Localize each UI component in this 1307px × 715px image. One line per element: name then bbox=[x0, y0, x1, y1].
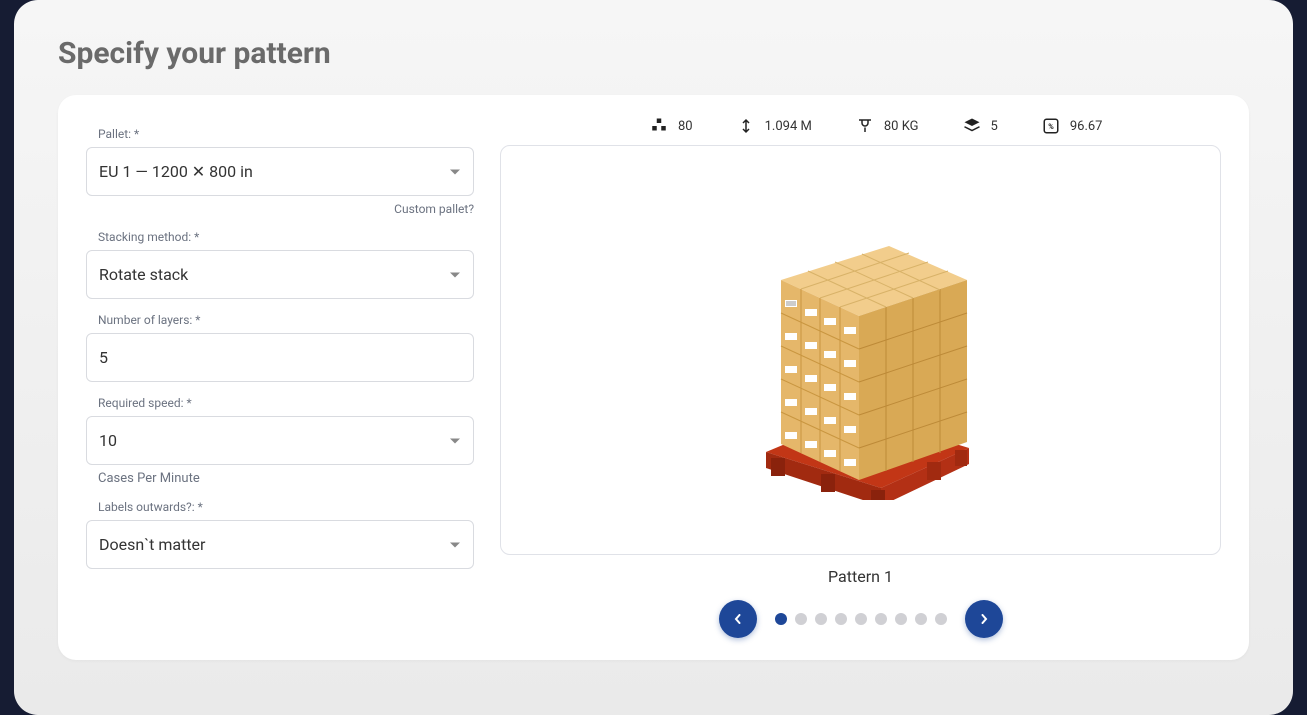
field-labels-outwards: Labels outwards?: * Doesn`t matter bbox=[86, 500, 474, 569]
stats-bar: 80 1.094 M 80 KG 5 % 96.67 bbox=[500, 117, 1221, 145]
weight-icon bbox=[856, 117, 874, 135]
layers-icon bbox=[963, 117, 981, 135]
paginator-dot[interactable] bbox=[775, 613, 787, 625]
next-button[interactable] bbox=[965, 600, 1003, 638]
boxes-icon bbox=[650, 117, 668, 135]
speed-label: Required speed: * bbox=[86, 396, 474, 410]
stat-efficiency: % 96.67 bbox=[1042, 117, 1103, 135]
paginator bbox=[500, 600, 1221, 638]
stat-efficiency-value: 96.67 bbox=[1070, 119, 1103, 134]
pallet-label: Pallet: * bbox=[86, 127, 474, 141]
stat-layers: 5 bbox=[963, 117, 998, 135]
labels-outwards-select[interactable]: Doesn`t matter bbox=[86, 520, 474, 569]
stat-weight: 80 KG bbox=[856, 117, 919, 135]
stat-weight-value: 80 KG bbox=[884, 119, 919, 134]
form-column: Pallet: * EU 1 — 1200 ✕ 800 in Custom pa… bbox=[86, 117, 474, 638]
paginator-dot[interactable] bbox=[875, 613, 887, 625]
page-title: Specify your pattern bbox=[58, 36, 1249, 71]
field-layers: Number of layers: * bbox=[86, 313, 474, 382]
field-speed: Required speed: * 10 Cases Per Minute bbox=[86, 396, 474, 486]
height-icon bbox=[737, 117, 755, 135]
labels-outwards-label: Labels outwards?: * bbox=[86, 500, 474, 514]
stacking-label: Stacking method: * bbox=[86, 230, 474, 244]
prev-button[interactable] bbox=[719, 600, 757, 638]
pattern-label: Pattern 1 bbox=[500, 567, 1221, 586]
speed-select[interactable]: 10 bbox=[86, 416, 474, 465]
stat-height-value: 1.094 M bbox=[765, 119, 812, 134]
layers-label: Number of layers: * bbox=[86, 313, 474, 327]
paginator-dot[interactable] bbox=[935, 613, 947, 625]
chevron-left-icon bbox=[733, 614, 743, 624]
field-stacking: Stacking method: * Rotate stack bbox=[86, 230, 474, 299]
pallet-illustration bbox=[731, 200, 991, 500]
layers-input[interactable] bbox=[86, 333, 474, 382]
pattern-card: Pallet: * EU 1 — 1200 ✕ 800 in Custom pa… bbox=[58, 95, 1249, 660]
chevron-right-icon bbox=[979, 614, 989, 624]
speed-hint: Cases Per Minute bbox=[86, 471, 474, 486]
paginator-dot[interactable] bbox=[895, 613, 907, 625]
paginator-dot[interactable] bbox=[915, 613, 927, 625]
pallet-3d-viewer[interactable] bbox=[500, 145, 1221, 555]
paginator-dot[interactable] bbox=[795, 613, 807, 625]
paginator-dot[interactable] bbox=[815, 613, 827, 625]
percent-icon: % bbox=[1042, 117, 1060, 135]
paginator-dots bbox=[775, 613, 947, 625]
custom-pallet-link[interactable]: Custom pallet? bbox=[86, 202, 474, 216]
field-pallet: Pallet: * EU 1 — 1200 ✕ 800 in Custom pa… bbox=[86, 127, 474, 216]
stat-height: 1.094 M bbox=[737, 117, 812, 135]
svg-text:%: % bbox=[1048, 122, 1054, 131]
paginator-dot[interactable] bbox=[855, 613, 867, 625]
preview-column: 80 1.094 M 80 KG 5 % 96.67 bbox=[500, 117, 1221, 638]
stat-boxes: 80 bbox=[650, 117, 693, 135]
paginator-dot[interactable] bbox=[835, 613, 847, 625]
stat-layers-value: 5 bbox=[991, 119, 998, 134]
pallet-select[interactable]: EU 1 — 1200 ✕ 800 in bbox=[86, 147, 474, 196]
stat-boxes-value: 80 bbox=[678, 119, 693, 134]
stacking-select[interactable]: Rotate stack bbox=[86, 250, 474, 299]
